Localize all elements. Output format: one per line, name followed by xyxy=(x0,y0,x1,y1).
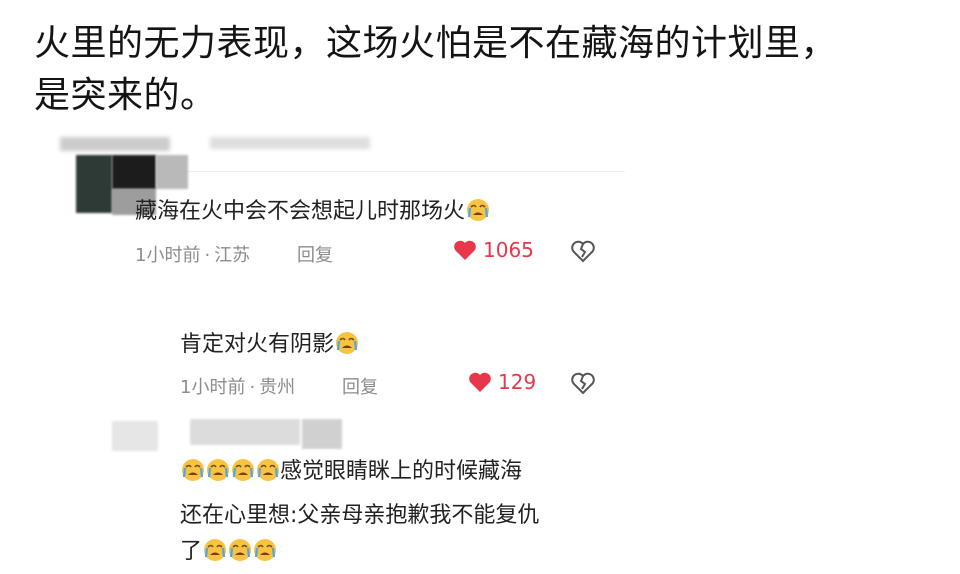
crying-emoji-icon xyxy=(205,459,230,484)
crying-emoji-icon xyxy=(255,459,280,484)
reply-meta: 1小时前 · 贵州 xyxy=(180,377,296,398)
blurred-previous-meta xyxy=(60,137,170,151)
blurred-previous-meta-2 xyxy=(210,137,370,149)
reply-text: 肯定对火有阴影 xyxy=(180,330,359,360)
like-count: 129 xyxy=(498,370,537,394)
heart-icon xyxy=(454,240,476,260)
reply-line-1: 感觉眼睛眯上的时候藏海 xyxy=(180,450,522,494)
reply-text-line-2: 还在心里想:父亲母亲抱歉我不能复仇 xyxy=(180,503,540,528)
post-line-2: 是突来的。 xyxy=(34,75,217,116)
comment-screenshot: 藏海在火中会不会想起儿时那场火 1小时前 · 江苏 回复 1065 肯定对火有阴影 xyxy=(0,125,960,565)
crying-emoji-icon xyxy=(336,332,359,354)
crying-emoji-icon xyxy=(467,199,490,221)
comment-time: 1小时前 xyxy=(135,245,201,266)
crying-emoji-icon xyxy=(252,539,277,564)
reply-location: 贵州 xyxy=(259,377,296,398)
post-line-1: 火里的无力表现，这场火怕是不在藏海的计划里， xyxy=(34,23,838,64)
reply-button[interactable]: 回复 xyxy=(297,241,333,267)
broken-heart-icon[interactable] xyxy=(570,239,596,263)
reply-text-line-1: 感觉眼睛眯上的时候藏海 xyxy=(280,459,523,484)
crying-emoji-icon xyxy=(227,539,252,564)
crying-emoji-icon xyxy=(180,459,205,484)
like-button[interactable]: 1065 xyxy=(453,238,534,262)
crying-emoji-icon xyxy=(202,539,227,564)
crying-emoji-icon xyxy=(230,459,255,484)
reply-time: 1小时前 xyxy=(180,377,246,398)
heart-icon xyxy=(469,372,491,392)
reply-text-line-3: 了 xyxy=(180,539,203,564)
comment-location: 江苏 xyxy=(214,245,251,266)
divider xyxy=(135,171,625,172)
post-text: 火里的无力表现，这场火怕是不在藏海的计划里， 是突来的。 xyxy=(34,18,934,122)
reply-line-3: 了 xyxy=(180,530,277,574)
like-button[interactable]: 129 xyxy=(468,370,536,394)
like-count: 1065 xyxy=(483,238,534,262)
reply-button[interactable]: 回复 xyxy=(342,373,378,399)
comment-text: 藏海在火中会不会想起儿时那场火 xyxy=(135,197,490,227)
comment-meta: 1小时前 · 江苏 xyxy=(135,245,251,266)
broken-heart-icon[interactable] xyxy=(570,371,596,395)
